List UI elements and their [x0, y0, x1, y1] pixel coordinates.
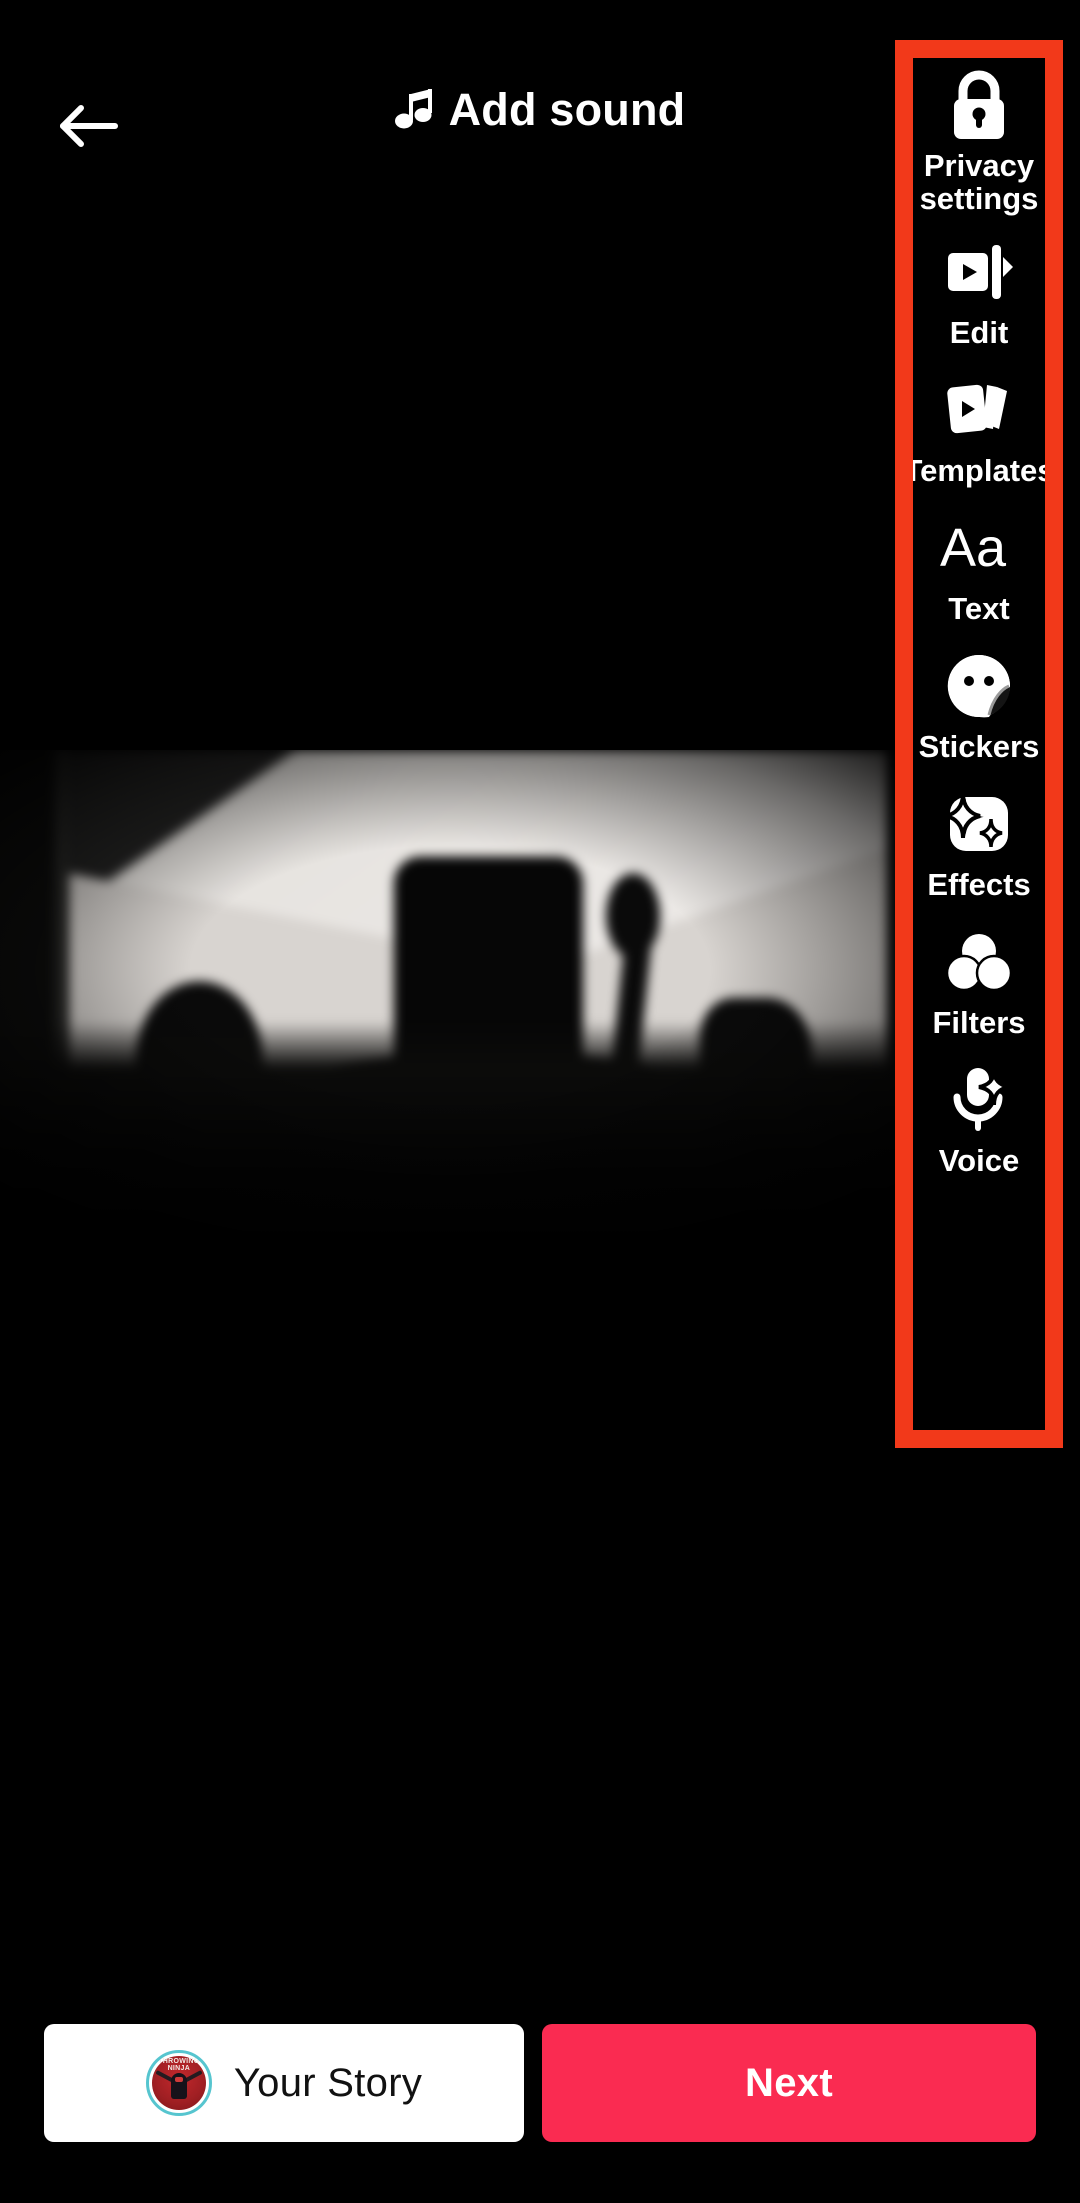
tool-label: Effects [927, 867, 1031, 903]
microphone-sparkle-icon [945, 1061, 1013, 1139]
avatar: THROWING NINJA [145, 2050, 212, 2116]
tool-stickers[interactable]: Stickers [912, 647, 1046, 767]
next-button[interactable]: Next [542, 2024, 1036, 2142]
your-story-button[interactable]: THROWING NINJA Your Story [44, 2024, 524, 2142]
video-trim-icon [945, 233, 1013, 311]
tool-label: Voice [938, 1143, 1020, 1179]
svg-text:Aa: Aa [940, 520, 1007, 576]
video-vignette [0, 750, 900, 1250]
back-button[interactable] [42, 80, 134, 172]
effects-sparkle-icon [946, 785, 1012, 863]
bottom-action-bar: THROWING NINJA Your Story Next [0, 2018, 1080, 2148]
tool-filters[interactable]: Filters [912, 923, 1046, 1043]
tool-text[interactable]: Aa Text [912, 509, 1046, 629]
editing-toolbar: Privacy settings Edit Templates [912, 58, 1046, 1428]
tool-label: Text [948, 591, 1010, 627]
video-preview[interactable] [0, 750, 900, 1250]
tool-label: Privacy settings [919, 148, 1039, 216]
tool-voice[interactable]: Voice [912, 1061, 1046, 1181]
sticker-smiley-icon [946, 647, 1012, 725]
tool-label: Stickers [918, 729, 1040, 765]
your-story-label: Your Story [233, 2060, 423, 2105]
lock-icon [946, 66, 1012, 144]
tool-templates[interactable]: Templates [912, 371, 1046, 491]
filters-circles-icon [945, 923, 1013, 1001]
text-aa-icon: Aa [940, 509, 1018, 587]
tool-effects[interactable]: Effects [912, 785, 1046, 905]
page-title: Add sound [448, 83, 686, 135]
arrow-left-icon [57, 102, 119, 150]
tool-privacy-settings[interactable]: Privacy settings [912, 66, 1046, 215]
music-note-icon [394, 86, 435, 132]
avatar-arc-text: THROWING NINJA [158, 2058, 200, 2072]
template-cards-icon [943, 371, 1015, 449]
tool-label: Filters [932, 1005, 1026, 1041]
tool-label: Edit [949, 315, 1009, 351]
tool-label: Templates [912, 453, 1046, 489]
tool-edit[interactable]: Edit [912, 233, 1046, 353]
next-label: Next [745, 2060, 833, 2105]
